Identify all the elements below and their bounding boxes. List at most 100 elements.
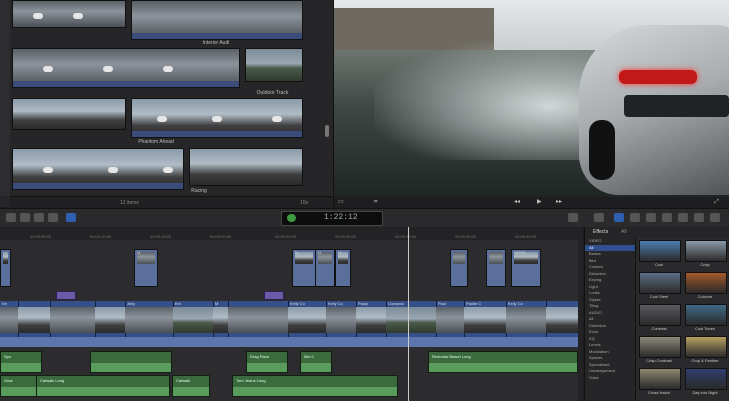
audio-clip[interactable]: Mid C: [300, 351, 332, 373]
timeline[interactable]: 00:00:05:00 00:00:10:00 00:00:15:00 00:0…: [0, 227, 583, 401]
connected-clip[interactable]: [0, 249, 11, 287]
ruler-tick: 00:00:15:00: [150, 234, 172, 239]
effect-preset[interactable]: Colorize: [683, 270, 727, 301]
clip-label: Phantom Ahead: [138, 139, 174, 145]
browser-clip-racing[interactable]: [189, 148, 303, 186]
effect-preset[interactable]: Cool Steel: [637, 270, 681, 301]
connected-clip[interactable]: M: [292, 249, 316, 287]
themes-browser-button[interactable]: [694, 213, 704, 222]
overwrite-button[interactable]: [48, 213, 58, 222]
select-tool-button[interactable]: [66, 213, 76, 222]
ruler-tick: 00:00:05:00: [30, 234, 52, 239]
connected-clip[interactable]: M: [335, 249, 351, 287]
import-button[interactable]: [6, 213, 16, 222]
storyline-clip[interactable]: Composi: [386, 301, 437, 347]
ruler-tick: 00:00:10:00: [90, 234, 112, 239]
storyline-clip[interactable]: Kelly Co: [288, 301, 327, 347]
browser-scrollbar[interactable]: [325, 125, 329, 137]
effect-label: Cool Tones: [695, 326, 715, 331]
append-button[interactable]: [20, 213, 30, 222]
viewer-menu-icon[interactable]: ▭: [338, 198, 344, 206]
storyline-clip[interactable]: [95, 301, 126, 347]
crop-icon[interactable]: ⌗: [374, 198, 377, 206]
effects-filter[interactable]: All: [621, 229, 627, 235]
storyline-clip[interactable]: Kel: [173, 301, 214, 347]
effects-category-item[interactable]: Voice: [585, 375, 635, 382]
connected-clip[interactable]: GOPR: [511, 249, 541, 287]
effect-thumbnail: [685, 336, 727, 358]
storyline-clip[interactable]: [228, 301, 289, 347]
effects-browser-button[interactable]: [614, 213, 624, 222]
storyline-clip[interactable]: [546, 301, 579, 347]
zoom-duration: 10s: [300, 200, 309, 206]
fullscreen-icon[interactable]: ⤢: [714, 198, 719, 206]
titles-browser-button[interactable]: [662, 213, 672, 222]
browser-clip[interactable]: [12, 48, 240, 88]
audio-clip[interactable]: Catwalk Long: [36, 375, 170, 397]
browser-clip-phantom-ahead[interactable]: [131, 98, 303, 138]
audio-clip[interactable]: Drag Race: [246, 351, 288, 373]
storyline-clip[interactable]: Jelly: [125, 301, 174, 347]
effect-label: Crop & Feather: [691, 358, 719, 363]
skip-forward-icon[interactable]: ▸▸: [556, 198, 562, 206]
browser-clip[interactable]: [12, 148, 184, 190]
title-clip[interactable]: [264, 291, 284, 300]
timecode-display: 1:22:12: [281, 211, 383, 226]
connected-clip[interactable]: [450, 249, 468, 287]
audio-clip[interactable]: Spo: [0, 351, 42, 373]
effect-preset[interactable]: Day into Night: [683, 366, 727, 397]
photo-browser-button[interactable]: [630, 213, 640, 222]
viewer-controls: ▭ ⌗ ◂◂ ▶ ▸▸ ⤢: [334, 197, 729, 207]
effect-preset[interactable]: Cross Hatch: [637, 366, 681, 397]
timeline-scrollbar[interactable]: [578, 240, 583, 401]
audio-clip[interactable]: Catwalk: [172, 375, 210, 397]
timeline-ruler[interactable]: 00:00:05:00 00:00:10:00 00:00:15:00 00:0…: [0, 227, 583, 240]
audio-clip[interactable]: Redondo Beach Long: [428, 351, 578, 373]
effect-thumbnail: [685, 240, 727, 262]
effect-preset[interactable]: Cool Tones: [683, 302, 727, 333]
connected-clip[interactable]: M: [315, 249, 335, 287]
effect-preset[interactable]: Crisp: [683, 238, 727, 269]
play-icon[interactable]: ▶: [537, 198, 542, 206]
effect-label: Crisp: [700, 262, 710, 267]
effect-preset[interactable]: Crisp Contrast: [637, 334, 681, 365]
browser-clip[interactable]: [12, 98, 126, 130]
connected-clip[interactable]: [486, 249, 506, 287]
storyline-clip[interactable]: M: [213, 301, 229, 347]
browser-clip-interior-audi[interactable]: [131, 0, 303, 40]
primary-storyline[interactable]: Ke Jelly Kel M Kelly Co Kelly Co Pauly C…: [0, 301, 583, 347]
viewer[interactable]: [334, 0, 729, 197]
ruler-tick: 00:00:40:00: [455, 234, 477, 239]
effect-thumbnail: [685, 272, 727, 294]
car-taillight: [619, 70, 697, 84]
transitions-browser-button[interactable]: [710, 213, 720, 222]
effect-preset[interactable]: Contrast: [637, 302, 681, 333]
audio-clip[interactable]: Torn Jeans Long: [232, 375, 398, 397]
storyline-clip[interactable]: [18, 301, 51, 347]
storyline-clip[interactable]: Kelly Co: [326, 301, 357, 347]
car-wheel: [589, 120, 615, 180]
title-clip[interactable]: [56, 291, 76, 300]
connected-clip[interactable]: M: [134, 249, 158, 287]
browser-clip-outdoor-track[interactable]: [245, 48, 303, 82]
music-browser-button[interactable]: [646, 213, 656, 222]
car-bumper: [624, 95, 729, 117]
skimming-button[interactable]: [594, 213, 604, 222]
storyline-clip[interactable]: Kelly Co: [506, 301, 547, 347]
insert-button[interactable]: [34, 213, 44, 222]
audio-clip[interactable]: [90, 351, 172, 373]
storyline-clip[interactable]: Paulie C: [464, 301, 507, 347]
storyline-clip[interactable]: Ke: [0, 301, 19, 347]
generators-browser-button[interactable]: [678, 213, 688, 222]
effect-preset[interactable]: Cool: [637, 238, 681, 269]
storyline-clip[interactable]: [50, 301, 96, 347]
browser-clip[interactable]: [12, 0, 126, 28]
storyline-clip[interactable]: Paul: [436, 301, 465, 347]
effect-preset[interactable]: Crop & Feather: [683, 334, 727, 365]
audio-clip[interactable]: Gear: [0, 375, 38, 397]
playhead[interactable]: [408, 227, 409, 401]
storyline-clip[interactable]: Pauly: [356, 301, 387, 347]
skip-back-icon[interactable]: ◂◂: [514, 198, 520, 206]
snapping-button[interactable]: [568, 213, 578, 222]
effect-thumbnail: [685, 304, 727, 326]
